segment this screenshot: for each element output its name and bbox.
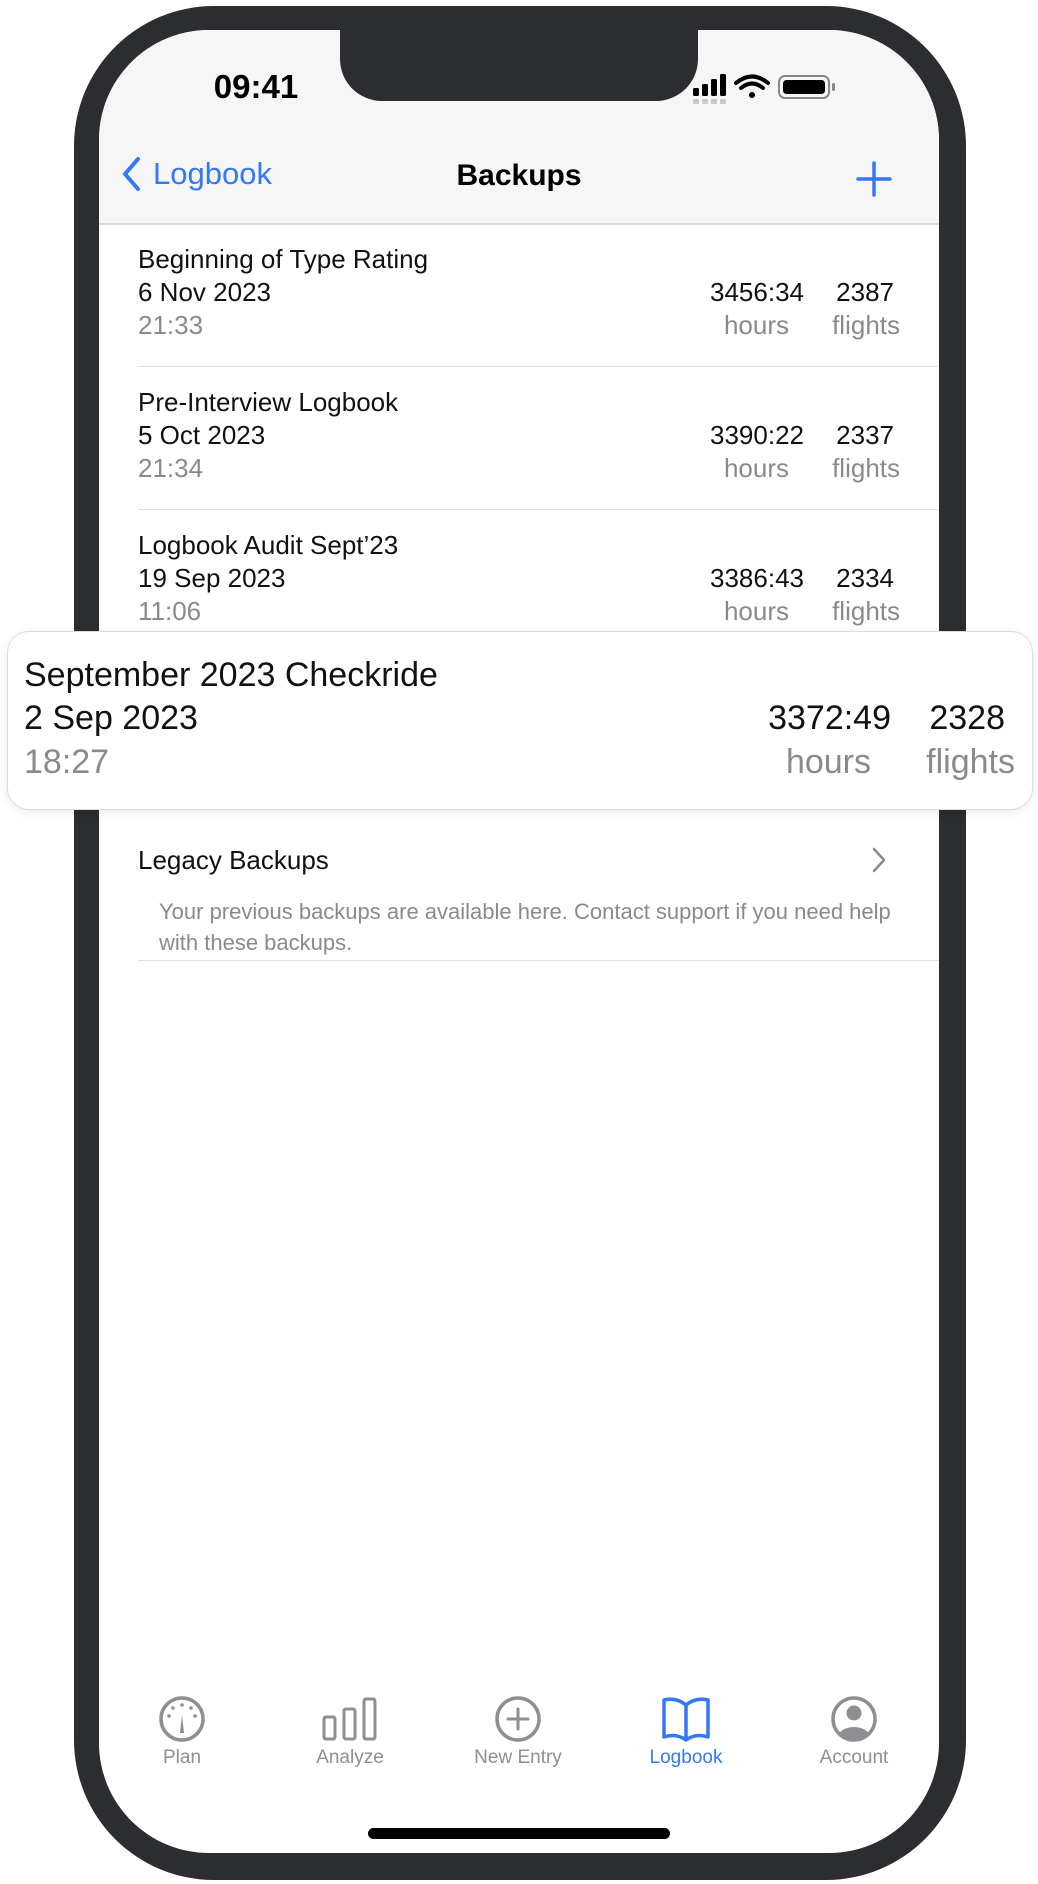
tab-label: Account — [819, 1747, 889, 1768]
backup-row[interactable]: Beginning of Type Rating 6 Nov 2023 21:3… — [138, 224, 939, 367]
tab-bar: Plan Analyze New Entry Logbook Account — [99, 1695, 939, 1805]
backup-name: Logbook Audit Sept’23 — [138, 530, 399, 560]
home-indicator[interactable] — [368, 1828, 670, 1839]
back-label: Logbook — [153, 156, 272, 191]
hours-label: hours — [723, 310, 789, 340]
plus-circle-icon — [495, 1696, 541, 1742]
hours-value: 3456:34 — [710, 277, 804, 307]
chevron-left-icon — [123, 157, 140, 191]
back-button[interactable]: Logbook — [121, 156, 272, 192]
legacy-backups-label: Legacy Backups — [138, 845, 329, 875]
person-circle-icon — [831, 1696, 877, 1742]
backup-date: 2 Sep 2023 — [24, 699, 198, 737]
signal-icon — [693, 74, 726, 104]
flights-value: 2328 — [929, 699, 1005, 737]
hours-label: hours — [723, 596, 789, 626]
flights-label: flights — [832, 596, 900, 626]
flights-label: flights — [832, 453, 900, 483]
bar-chart-icon — [322, 1697, 377, 1741]
screen: 09:41 Logbook Backups Beginning of Type … — [99, 30, 939, 1853]
flights-label: flights — [926, 743, 1015, 781]
backup-time: 21:33 — [138, 310, 204, 340]
hours-value: 3390:22 — [710, 420, 804, 450]
status-icons — [693, 74, 835, 104]
backup-date: 6 Nov 2023 — [138, 277, 271, 307]
flights-value: 2337 — [836, 420, 894, 450]
backup-row[interactable]: Pre-Interview Logbook 5 Oct 2023 21:34 3… — [138, 367, 939, 510]
tab-plan[interactable]: Plan — [112, 1695, 252, 1769]
flights-value: 2334 — [836, 563, 894, 593]
legacy-backups-row[interactable]: Legacy Backups Your previous backups are… — [138, 808, 939, 961]
backup-time: 21:34 — [138, 453, 204, 483]
backup-name: Pre-Interview Logbook — [138, 387, 399, 417]
backup-time: 11:06 — [138, 596, 202, 626]
tab-account[interactable]: Account — [784, 1695, 924, 1769]
gauge-icon — [159, 1696, 205, 1742]
flights-label: flights — [832, 310, 900, 340]
hours-label: hours — [785, 743, 871, 781]
status-time: 09:41 — [213, 68, 299, 105]
legacy-backups-note: Your previous backups are available here… — [159, 899, 891, 955]
hours-value: 3386:43 — [710, 563, 804, 593]
backup-date: 19 Sep 2023 — [138, 563, 286, 593]
backup-date: 5 Oct 2023 — [138, 420, 266, 450]
book-icon — [662, 1697, 710, 1742]
backup-name: Beginning of Type Rating — [138, 244, 429, 274]
backup-name: September 2023 Checkride — [24, 656, 438, 694]
backup-time: 18:27 — [24, 743, 110, 781]
tab-analyze[interactable]: Analyze — [280, 1695, 420, 1769]
notch — [340, 30, 698, 101]
tab-label: Analyze — [316, 1747, 384, 1768]
wifi-icon — [734, 74, 770, 98]
hours-value: 3372:49 — [768, 699, 891, 737]
tab-logbook[interactable]: Logbook — [616, 1695, 756, 1769]
chevron-right-icon — [872, 847, 886, 873]
battery-icon — [778, 75, 835, 99]
hours-label: hours — [723, 453, 789, 483]
add-backup-button[interactable] — [855, 160, 893, 198]
flights-value: 2387 — [836, 277, 894, 307]
tab-label: Plan — [162, 1747, 202, 1768]
tab-label: New Entry — [474, 1747, 562, 1768]
lifted-backup-row[interactable]: September 2023 Checkride 2 Sep 2023 18:2… — [7, 631, 1033, 810]
tab-new-entry[interactable]: New Entry — [448, 1695, 588, 1769]
tab-label: Logbook — [649, 1747, 723, 1768]
